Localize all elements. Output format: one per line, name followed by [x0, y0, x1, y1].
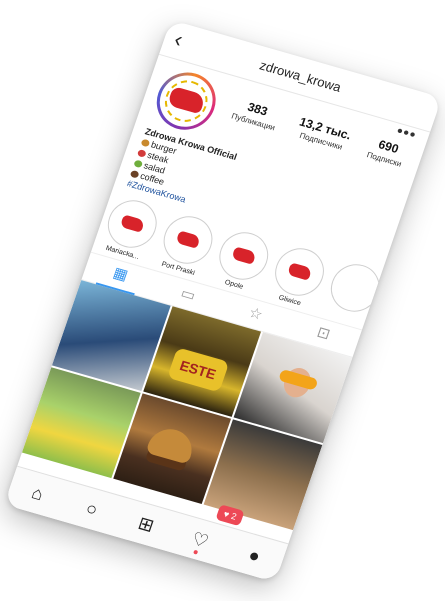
add-post-icon[interactable]: ⊞: [126, 506, 165, 543]
activity-heart-icon[interactable]: ♡: [180, 521, 219, 558]
story-highlight[interactable]: Gliwice: [265, 242, 330, 310]
profile-icon[interactable]: ●: [235, 537, 274, 574]
coffee-emoji-icon: [129, 169, 140, 179]
avatar-inner: [152, 68, 220, 133]
notification-count: 2: [229, 510, 238, 522]
cow-logo-icon: [119, 213, 145, 233]
post-sign: ESTE: [166, 346, 229, 392]
story-circle: [212, 226, 275, 285]
story-circle: [156, 210, 219, 269]
story-circle: [100, 194, 163, 253]
story-highlight[interactable]: Mariacka...: [98, 194, 163, 262]
home-icon[interactable]: ⌂: [18, 475, 57, 512]
steak-emoji-icon: [136, 148, 147, 158]
salad-emoji-icon: [132, 159, 143, 168]
stat-following[interactable]: 690 Подписки: [365, 135, 407, 168]
cow-logo-icon: [174, 229, 201, 249]
burger-emoji-icon: [139, 138, 150, 148]
stage: ‹ zdrowa_krowa ••• 383 Публикации 13,2 т…: [0, 0, 445, 601]
heart-outline-icon: ♡: [188, 527, 211, 552]
story-highlight[interactable]: Opole: [209, 226, 275, 294]
cow-logo-icon: [286, 261, 312, 281]
story-circle: [268, 242, 330, 301]
stat-followers[interactable]: 13,2 тыс. Подписчики: [294, 114, 352, 152]
story-circle: [323, 258, 386, 317]
burger-shape: [144, 423, 197, 465]
avatar[interactable]: [148, 65, 224, 137]
heart-icon: ♥: [221, 508, 231, 520]
story-highlight[interactable]: [321, 258, 386, 326]
stat-posts[interactable]: 383 Публикации: [230, 96, 281, 132]
cow-logo-icon: [230, 245, 257, 265]
story-highlight[interactable]: Port Praski: [153, 210, 219, 278]
search-icon[interactable]: ○: [72, 490, 111, 527]
phone-frame: ‹ zdrowa_krowa ••• 383 Публикации 13,2 т…: [3, 19, 442, 582]
activity-dot: [192, 549, 199, 555]
